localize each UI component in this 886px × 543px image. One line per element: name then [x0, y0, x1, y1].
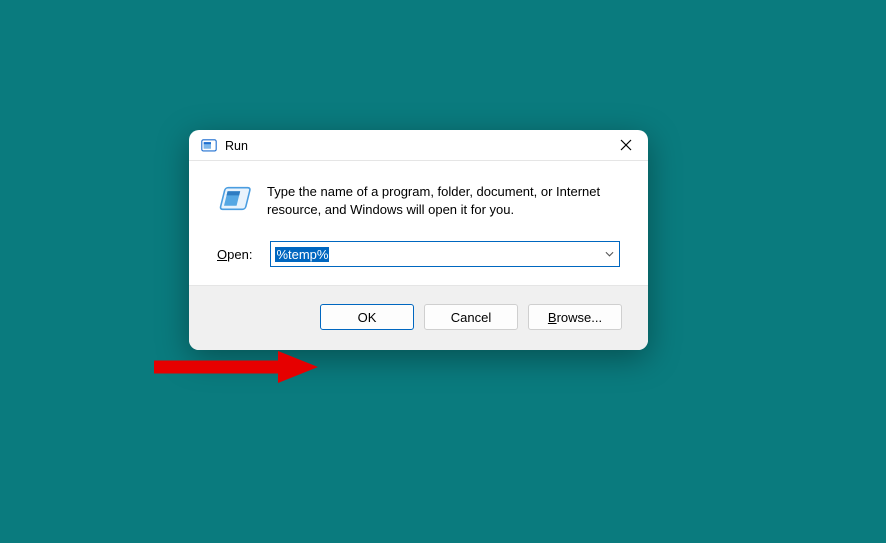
combobox-dropdown-button[interactable] — [599, 242, 619, 266]
open-combobox[interactable]: %temp% — [270, 241, 620, 267]
ok-button[interactable]: OK — [320, 304, 414, 330]
run-icon — [217, 185, 253, 215]
description-row: Type the name of a program, folder, docu… — [217, 183, 620, 219]
open-input[interactable]: %temp% — [271, 242, 599, 266]
annotation-arrow-icon — [150, 349, 320, 385]
close-icon — [620, 139, 632, 151]
run-dialog: Run Type the name of a program, folder, … — [189, 130, 648, 350]
titlebar: Run — [189, 130, 648, 161]
chevron-down-icon — [605, 251, 614, 257]
dialog-footer: OK Cancel Browse... — [189, 285, 648, 350]
dialog-description: Type the name of a program, folder, docu… — [267, 183, 620, 219]
browse-button[interactable]: Browse... — [528, 304, 622, 330]
close-button[interactable] — [604, 130, 648, 160]
open-label: Open: — [217, 247, 252, 262]
dialog-body: Type the name of a program, folder, docu… — [189, 161, 648, 285]
cancel-button[interactable]: Cancel — [424, 304, 518, 330]
open-input-value: %temp% — [275, 247, 329, 262]
open-row: Open: %temp% — [217, 241, 620, 267]
dialog-title: Run — [225, 139, 604, 153]
run-app-icon — [201, 139, 217, 153]
